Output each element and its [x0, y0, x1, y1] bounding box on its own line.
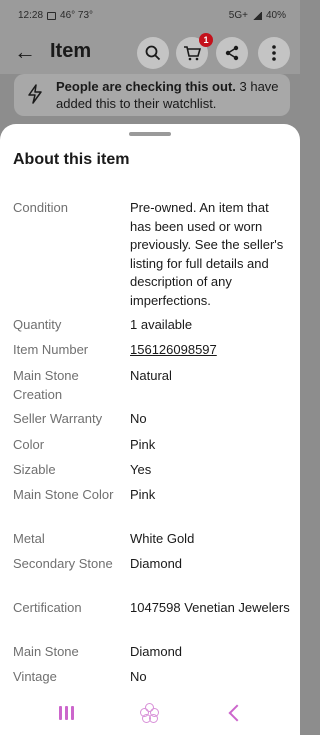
spec-value: Pre-owned. An item that has been used or… [130, 200, 284, 308]
spec-value: Natural [130, 368, 172, 383]
home-button[interactable] [130, 702, 170, 724]
search-button[interactable] [137, 37, 169, 69]
system-nav-bar [0, 690, 300, 735]
spec-label: Secondary Stone [13, 556, 113, 571]
watchlist-banner: People are checking this out. 3 have add… [14, 74, 290, 116]
spec-label: Main Stone [13, 644, 79, 659]
status-bar: 12:28 46° 73° 5G+ 40% [0, 0, 300, 32]
spec-value: 1047598 Venetian Jewelers [130, 600, 290, 615]
spec-label: Color [13, 437, 45, 452]
share-button[interactable] [216, 37, 248, 69]
status-time: 12:28 [18, 10, 44, 21]
item-number-link[interactable]: 156126098597 [130, 341, 290, 360]
back-button[interactable]: ← [12, 40, 38, 66]
spec-value: 1 available [130, 317, 193, 332]
app-header: ← Item 1 [0, 32, 300, 74]
spec-label: Vintage [13, 669, 57, 684]
share-icon [225, 45, 239, 61]
watchlist-text: People are checking this out. 3 have add… [56, 78, 286, 112]
spec-label: Certification [13, 600, 82, 615]
spec-label: Quantity [13, 317, 62, 332]
more-options-button[interactable] [258, 37, 290, 69]
spec-value: Diamond [130, 556, 183, 571]
spec-value: Pink [130, 437, 156, 452]
spec-label: Item Number [13, 342, 89, 357]
chevron-left-icon [228, 704, 246, 722]
network-type: 5G+ [228, 10, 248, 21]
spec-label: Metal [13, 531, 45, 546]
about-item-sheet: About this item Condition Pre-owned. An … [0, 124, 300, 735]
spec-label: Seller Warranty [13, 411, 103, 426]
battery-level: 40% [265, 10, 286, 21]
recent-apps-icon [58, 706, 74, 720]
spec-value: No [130, 411, 147, 426]
spec-label: Condition [13, 200, 68, 215]
status-weather: 46° 73° [60, 10, 94, 21]
watchlist-bold-text: People are checking this out. [56, 79, 236, 94]
spec-value: Pink [130, 487, 156, 502]
spec-value: No [130, 669, 147, 684]
page-title: Item [50, 40, 92, 62]
spec-label: Main Stone Creation [13, 368, 79, 402]
system-back-button[interactable] [214, 702, 254, 724]
spec-value: Yes [130, 462, 152, 477]
arrow-left-icon: ← [14, 39, 36, 64]
sheet-title: About this item [13, 151, 130, 168]
search-icon [145, 45, 161, 61]
signal-icon [251, 11, 262, 20]
image-notification-icon [47, 11, 57, 20]
more-vertical-icon [272, 45, 276, 61]
spec-value: White Gold [130, 531, 195, 546]
lightning-bolt-icon [24, 84, 46, 106]
home-flower-icon [140, 703, 160, 723]
cart-icon [184, 46, 201, 61]
spec-label: Main Stone Color [13, 487, 114, 502]
spec-value: Diamond [130, 644, 183, 659]
recent-apps-button[interactable] [46, 702, 86, 724]
sheet-drag-handle[interactable] [129, 132, 171, 136]
cart-count-badge: 1 [199, 33, 213, 47]
spec-label: Sizable [13, 462, 56, 477]
